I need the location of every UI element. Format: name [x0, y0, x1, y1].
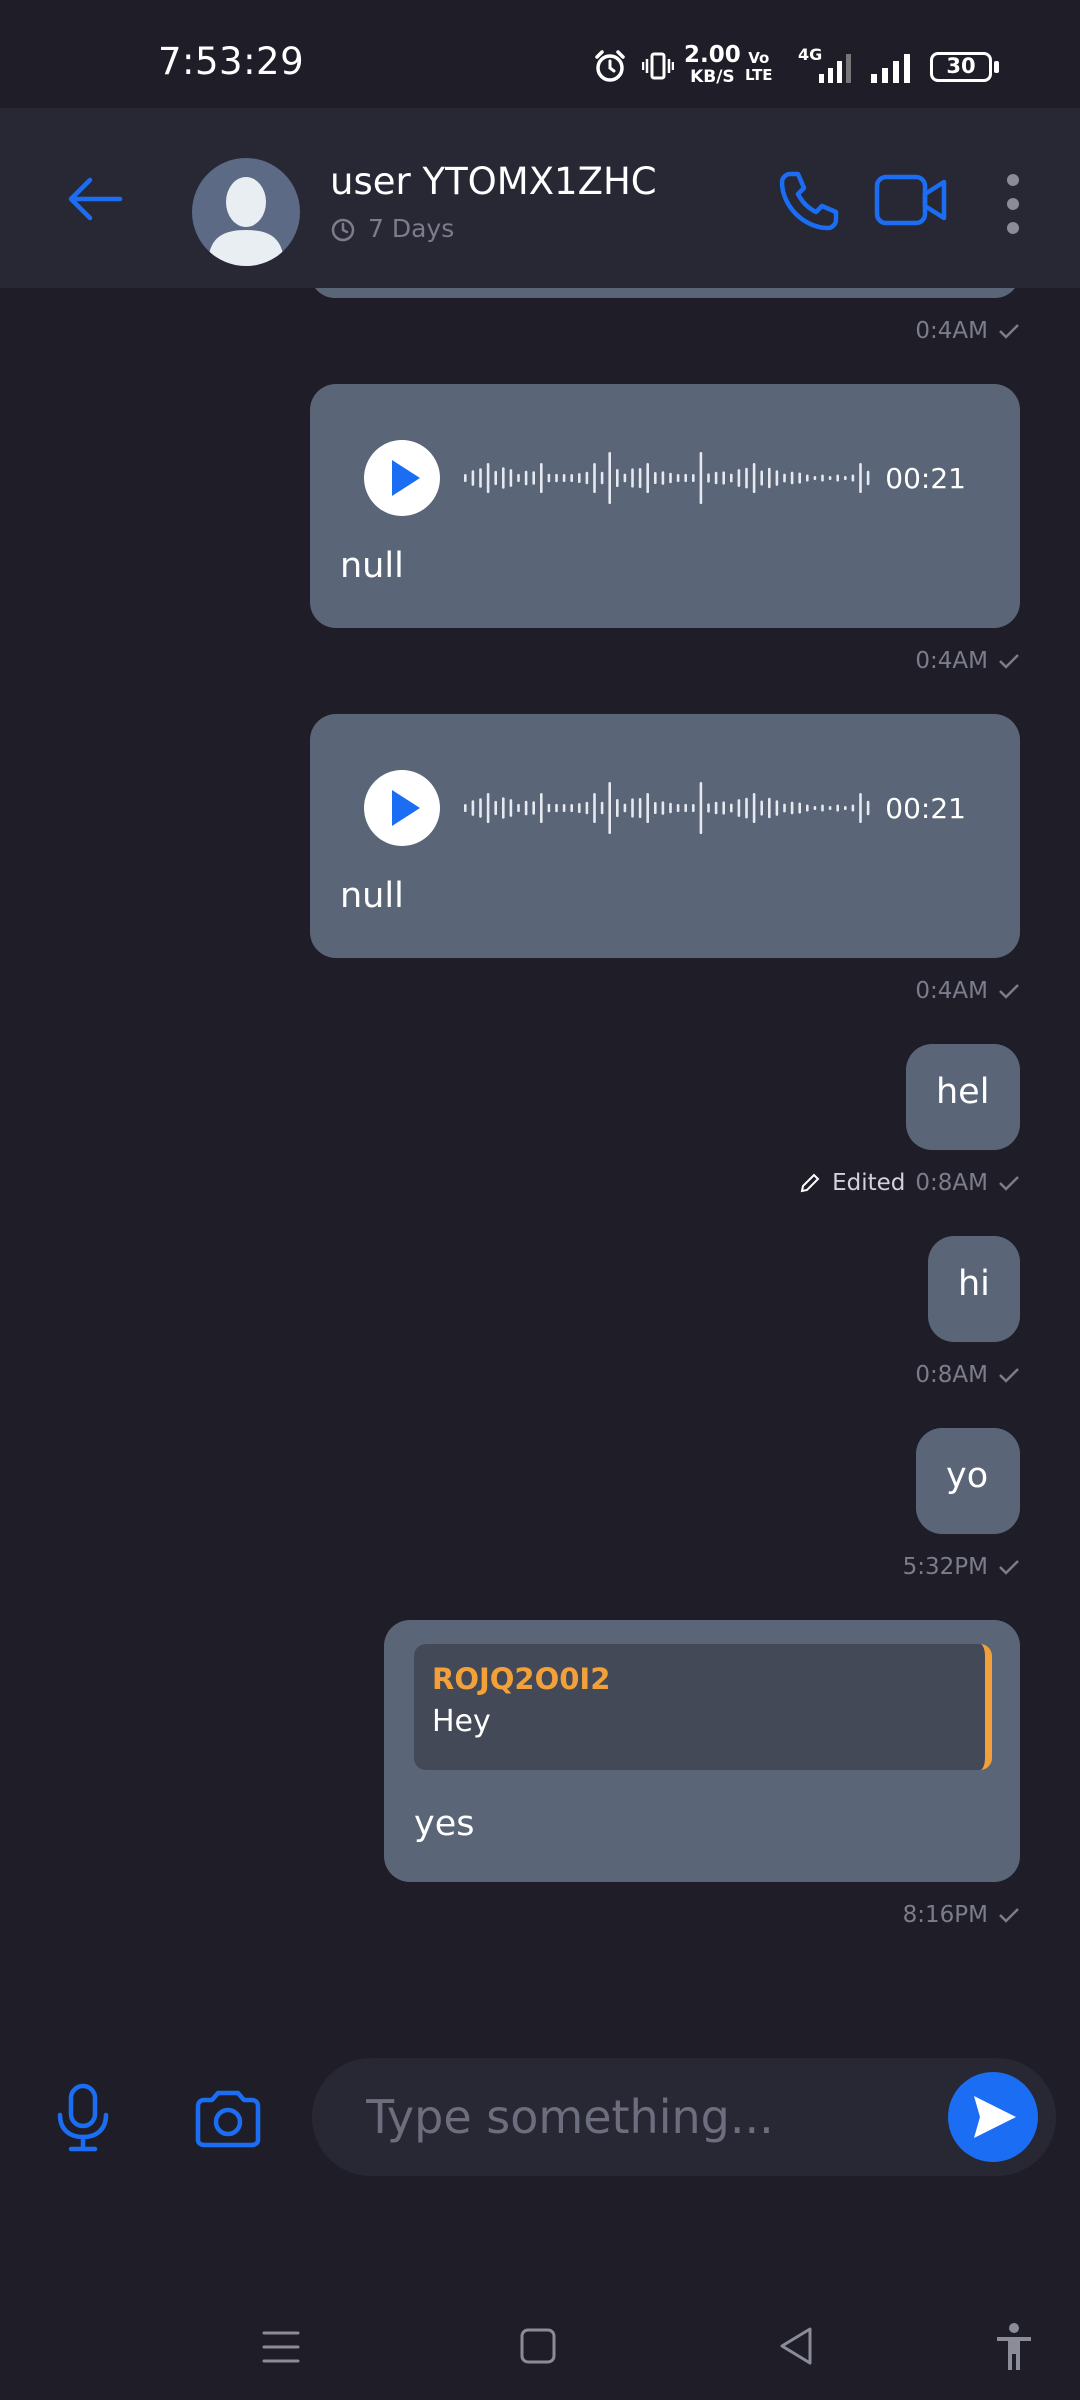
voice-message-bubble[interactable]: 00:21 null: [310, 384, 1020, 628]
message-time: 0:4AM: [915, 978, 988, 1004]
message-meta: 0:4AM: [915, 318, 1020, 344]
voice-message-bubble[interactable]: 00:21 null: [310, 714, 1020, 958]
voice-duration: 00:21: [885, 792, 966, 825]
message-time: 0:8AM: [915, 1362, 988, 1388]
message-input[interactable]: [312, 2058, 1056, 2176]
message-text: yo: [946, 1456, 989, 1496]
voice-caption: null: [340, 546, 404, 586]
message-time: 0:8AM: [915, 1170, 988, 1196]
volte-line2: LTE: [745, 66, 773, 84]
voice-play-button[interactable]: [364, 440, 440, 516]
quoted-message[interactable]: ROJQ2O0I2 Hey: [414, 1644, 992, 1770]
sent-check-icon: [999, 1560, 1019, 1575]
last-seen-text: 7 Days: [368, 214, 455, 243]
play-icon: [392, 790, 420, 826]
message-bubble[interactable]: yo: [916, 1428, 1020, 1534]
status-time: 7:53:29: [158, 40, 305, 83]
battery-tip: [994, 61, 999, 73]
message-bubble-partial[interactable]: [310, 288, 1020, 298]
sent-check-icon: [999, 654, 1019, 669]
voice-caption: null: [340, 876, 404, 916]
sent-check-icon: [999, 1176, 1019, 1191]
system-navigation-bar: [0, 2290, 1080, 2400]
pencil-icon: [800, 1173, 820, 1193]
signal-icon-2: [871, 54, 910, 83]
battery-icon: 30: [930, 52, 992, 82]
edited-label: Edited: [832, 1170, 906, 1196]
message-list[interactable]: 0:4AM 00:21 null 0:4AM 00:21 null 0:4AM …: [0, 288, 1080, 1988]
message-time: 5:32PM: [902, 1554, 988, 1580]
message-meta: 0:8AM: [915, 1362, 1020, 1388]
message-bubble[interactable]: hi: [928, 1236, 1020, 1342]
play-icon: [392, 460, 420, 496]
avatar[interactable]: [192, 158, 300, 266]
message-bubble[interactable]: hel: [906, 1044, 1020, 1150]
message-time: 8:16PM: [902, 1902, 988, 1928]
reply-message-bubble[interactable]: ROJQ2O0I2 Hey yes: [384, 1620, 1020, 1882]
person-silhouette-icon: [208, 177, 284, 266]
video-camera-icon[interactable]: [874, 172, 948, 228]
chat-header: user YTOMX1ZHC 7 Days: [0, 108, 1080, 288]
network-speed: 2.00 KB/S: [684, 44, 741, 88]
battery-level: 30: [946, 54, 976, 78]
send-button[interactable]: [948, 2072, 1038, 2162]
alarm-icon: [595, 50, 625, 82]
message-meta: 5:32PM: [903, 1554, 1020, 1580]
volte-indicator: Vo LTE: [745, 50, 773, 84]
back-icon[interactable]: [778, 2326, 814, 2366]
message-meta: 0:4AM: [915, 978, 1020, 1004]
message-text: hel: [936, 1072, 990, 1112]
message-text: yes: [414, 1804, 475, 1844]
accessibility-icon[interactable]: [994, 2322, 1034, 2372]
quoted-text: Hey: [432, 1704, 491, 1739]
message-meta: Edited 0:8AM: [798, 1170, 1020, 1196]
network-speed-value: 2.00: [684, 42, 741, 68]
camera-icon[interactable]: [194, 2090, 262, 2148]
quoted-author: ROJQ2O0I2: [432, 1662, 611, 1696]
voice-play-button[interactable]: [364, 770, 440, 846]
microphone-icon[interactable]: [55, 2083, 111, 2153]
sent-check-icon: [999, 984, 1019, 999]
signal-icon-1: [819, 54, 851, 83]
send-icon: [974, 2096, 1016, 2138]
status-bar: 7:53:29 2.00 KB/S Vo LTE 4G 30: [0, 0, 1080, 108]
volte-line1: Vo: [748, 49, 770, 67]
clock-icon: [331, 218, 355, 242]
voice-waveform: [464, 782, 870, 834]
home-icon[interactable]: [520, 2328, 556, 2364]
sent-check-icon: [999, 1368, 1019, 1383]
message-time: 0:4AM: [915, 648, 988, 674]
voice-waveform: [464, 452, 870, 504]
more-vert-icon[interactable]: [998, 172, 1028, 236]
network-speed-unit: KB/S: [690, 67, 735, 87]
message-meta: 8:16PM: [903, 1902, 1020, 1928]
message-text: hi: [958, 1264, 990, 1304]
sent-check-icon: [999, 1908, 1019, 1923]
back-arrow-icon[interactable]: [60, 164, 130, 234]
sent-check-icon: [999, 324, 1019, 339]
message-time: 0:4AM: [915, 318, 988, 344]
phone-icon[interactable]: [776, 168, 842, 234]
message-meta: 0:4AM: [915, 648, 1020, 674]
recent-apps-icon[interactable]: [262, 2328, 300, 2366]
voice-duration: 00:21: [885, 462, 966, 495]
contact-name: user YTOMX1ZHC: [330, 160, 657, 203]
vibrate-icon: [642, 52, 674, 80]
